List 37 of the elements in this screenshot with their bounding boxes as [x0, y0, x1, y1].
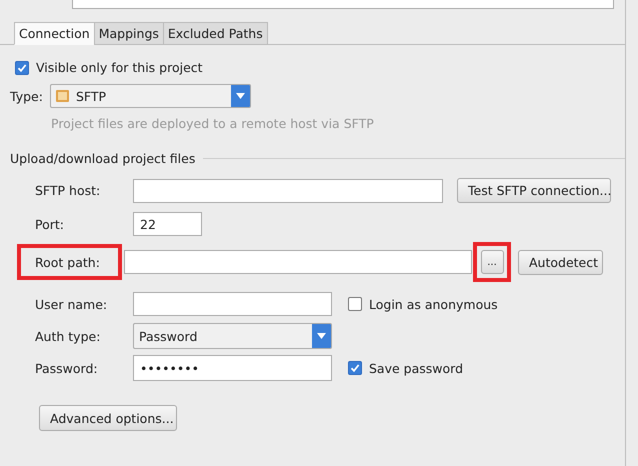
dropdown-arrow-icon	[236, 93, 245, 99]
field-label: Password:	[35, 360, 99, 376]
checkbox[interactable]	[348, 361, 362, 375]
checkbox-label: Login as anonymous	[369, 296, 498, 312]
field-label: User name:	[35, 296, 108, 312]
tab[interactable]: Excluded Paths	[162, 22, 268, 45]
field-label: Auth type:	[35, 328, 102, 344]
checkmark-icon	[17, 62, 27, 72]
tab[interactable]: Connection	[14, 22, 95, 45]
port-field[interactable]: 22	[133, 212, 202, 236]
dropdown-value: SFTP	[76, 88, 106, 104]
checkbox-label: Save password	[369, 360, 464, 376]
field-label: SFTP host:	[35, 183, 102, 198]
type-dropdown[interactable]: SFTP	[50, 84, 251, 108]
field-label: Port:	[35, 216, 65, 232]
browse-button[interactable]: ...	[480, 250, 504, 274]
field-label: Root path:	[35, 254, 100, 270]
host-field[interactable]	[133, 178, 443, 202]
name-field[interactable]	[72, 0, 614, 9]
advanced-options-button[interactable]: Advanced options...	[39, 405, 177, 431]
checkbox[interactable]	[348, 297, 362, 311]
user-name-field[interactable]	[133, 292, 332, 316]
dropdown-value: Password	[138, 328, 198, 346]
root-path-field[interactable]	[124, 250, 472, 274]
checkbox[interactable]	[15, 60, 29, 74]
checkmark-icon	[350, 363, 360, 373]
autodetect-button[interactable]: Autodetect	[518, 250, 603, 274]
type-hint: Project files are deployed to a remote host via SFTP	[51, 116, 375, 131]
dropdown-arrow-icon	[317, 333, 326, 339]
checkbox-label: Visible only for this project	[36, 60, 203, 75]
auth-type-dropdown[interactable]: Password	[133, 323, 332, 349]
password-field[interactable]: ••••••••	[133, 355, 332, 381]
test-connection-button[interactable]: Test SFTP connection...	[457, 178, 611, 203]
section-title: Upload/download project files	[10, 151, 196, 166]
type-label: Type:	[10, 88, 44, 104]
tab[interactable]: Mappings	[94, 22, 164, 45]
sftp-icon	[56, 89, 70, 103]
